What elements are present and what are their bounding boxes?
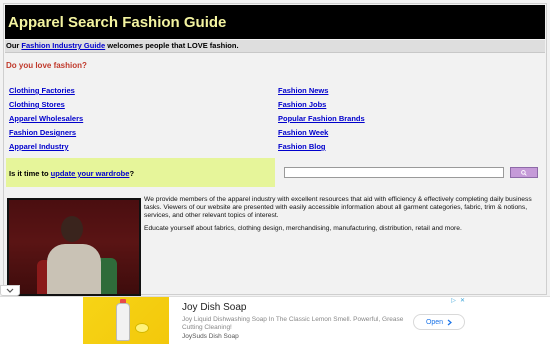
link-apparel-wholesalers[interactable]: Apparel Wholesalers xyxy=(9,114,83,123)
chevron-down-icon xyxy=(6,288,14,293)
header-bar: Apparel Search Fashion Guide xyxy=(5,5,545,39)
intro-text: We provide members of the apparel indust… xyxy=(144,196,542,238)
welcome-text: Our Fashion Industry Guide welcomes peop… xyxy=(6,41,239,50)
link-apparel-industry[interactable]: Apparel Industry xyxy=(9,142,69,151)
ad-brand: JoySuds Dish Soap xyxy=(182,333,239,340)
link-fashion-designers[interactable]: Fashion Designers xyxy=(9,128,76,137)
ad-title[interactable]: Joy Dish Soap xyxy=(182,302,246,313)
search-icon xyxy=(521,169,527,176)
welcome-suffix: welcomes people that LOVE fashion. xyxy=(105,41,239,50)
wardrobe-text: Is it time to update your wardrobe? xyxy=(9,169,134,178)
link-fashion-jobs[interactable]: Fashion Jobs xyxy=(278,100,326,109)
site-title: Apparel Search Fashion Guide xyxy=(8,14,227,31)
link-fashion-blog[interactable]: Fashion Blog xyxy=(278,142,326,151)
search-input[interactable] xyxy=(284,167,504,178)
ad-product-image[interactable] xyxy=(83,297,169,344)
ad-info-icon[interactable]: ▷ xyxy=(450,298,457,305)
wardrobe-prefix: Is it time to xyxy=(9,169,51,178)
fashion-model-photo xyxy=(7,198,141,296)
intro-paragraph-2: Educate yourself about fabrics, clothing… xyxy=(144,225,462,232)
love-fashion-heading: Do you love fashion? xyxy=(6,61,87,70)
wardrobe-box: Is it time to update your wardrobe? xyxy=(6,158,275,187)
link-fashion-week[interactable]: Fashion Week xyxy=(278,128,328,137)
wardrobe-suffix: ? xyxy=(129,169,135,178)
ad-choices[interactable]: ▷ ✕ xyxy=(450,298,466,305)
intro-paragraph-1: We provide members of the apparel indust… xyxy=(144,196,532,219)
link-popular-fashion-brands[interactable]: Popular Fashion Brands xyxy=(278,114,365,123)
link-clothing-factories[interactable]: Clothing Factories xyxy=(9,86,75,95)
collapse-ad-button[interactable] xyxy=(0,285,20,296)
ad-close-icon[interactable]: ✕ xyxy=(459,298,466,305)
welcome-bar: Our Fashion Industry Guide welcomes peop… xyxy=(5,40,545,53)
search-button[interactable] xyxy=(510,167,538,178)
link-clothing-stores[interactable]: Clothing Stores xyxy=(9,100,65,109)
chevron-right-icon xyxy=(447,319,452,325)
ad-open-button[interactable]: Open xyxy=(413,314,465,330)
update-wardrobe-link[interactable]: update your wardrobe xyxy=(51,169,130,178)
ad-description: Joy Liquid Dishwashing Soap In The Class… xyxy=(182,316,404,331)
link-fashion-news[interactable]: Fashion News xyxy=(278,86,328,95)
fashion-industry-guide-link[interactable]: Fashion Industry Guide xyxy=(21,41,105,50)
ad-open-label: Open xyxy=(425,318,444,326)
ad-banner: Joy Dish Soap Joy Liquid Dishwashing Soa… xyxy=(0,296,550,344)
welcome-prefix: Our xyxy=(6,41,22,50)
